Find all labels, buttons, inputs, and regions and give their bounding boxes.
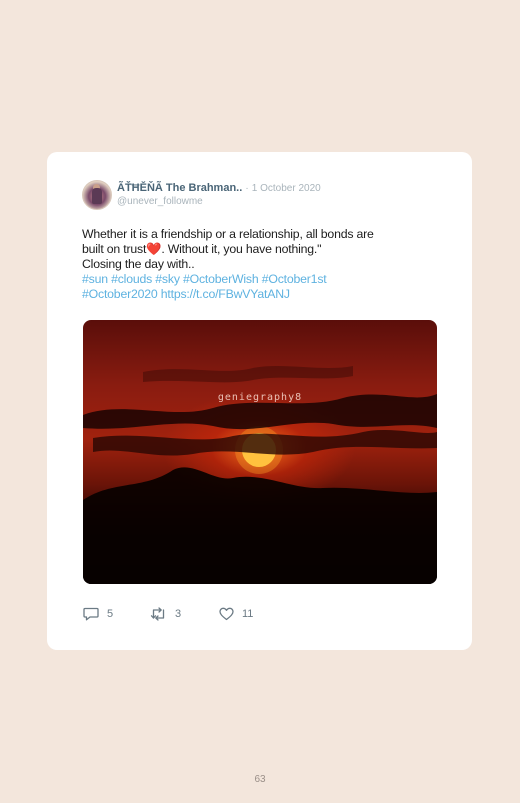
reply-count: 5 xyxy=(107,608,114,620)
avatar[interactable] xyxy=(82,180,112,210)
retweet-count: 3 xyxy=(175,608,182,620)
tweet-text: Whether it is a friendship or a relation… xyxy=(82,227,432,302)
like-count: 11 xyxy=(242,608,254,620)
photo-watermark: geniegraphy8 xyxy=(217,392,303,403)
name-row: ÃŤĦĔŇÃ The Brahman.. · 1 October 2020 xyxy=(117,181,321,196)
hashtags-line-1[interactable]: #sun #clouds #sky #OctoberWish #October1… xyxy=(82,272,432,287)
tree-silhouette xyxy=(83,467,437,584)
tweet-date[interactable]: 1 October 2020 xyxy=(252,183,321,194)
date-separator: · xyxy=(245,183,249,194)
retweet-button[interactable]: 3 xyxy=(150,604,181,624)
tweet-text-line-2b: . Without it, you have nothing." xyxy=(161,242,322,256)
sunset-scene xyxy=(83,366,437,584)
hashtags-line-2[interactable]: #October2020 https://t.co/FBwVYatANJ xyxy=(82,287,432,302)
retweet-icon xyxy=(150,607,167,621)
tweet-text-line-1: Whether it is a friendship or a relation… xyxy=(82,227,374,241)
display-name[interactable]: ÃŤĦĔŇÃ The Brahman.. xyxy=(117,182,242,194)
reply-button[interactable]: 5 xyxy=(83,604,113,624)
like-button[interactable]: 11 xyxy=(219,604,253,624)
reply-icon xyxy=(83,607,99,621)
tweet-card[interactable]: ÃŤĦĔŇÃ The Brahman.. · 1 October 2020 @u… xyxy=(47,152,472,650)
tweet-header: ÃŤĦĔŇÃ The Brahman.. · 1 October 2020 @u… xyxy=(82,180,442,212)
tweet-text-line-2: built on trust❤️. Without it, you have n… xyxy=(82,242,432,257)
avatar-figure xyxy=(92,188,102,204)
tweet-text-line-3: Closing the day with.. xyxy=(82,257,195,271)
cloud-band-middle xyxy=(93,430,437,456)
heart-icon xyxy=(219,607,234,621)
tweet-text-line-2a: built on trust xyxy=(82,242,147,256)
page-number: 63 xyxy=(254,774,266,785)
heart-emoji-icon: ❤️ xyxy=(146,242,162,256)
user-handle[interactable]: @unever_followme xyxy=(117,195,203,209)
tweet-photo[interactable]: geniegraphy8 xyxy=(83,320,437,584)
cloud-wisp xyxy=(143,366,353,383)
tweet-actions: 5 3 11 xyxy=(83,604,333,624)
